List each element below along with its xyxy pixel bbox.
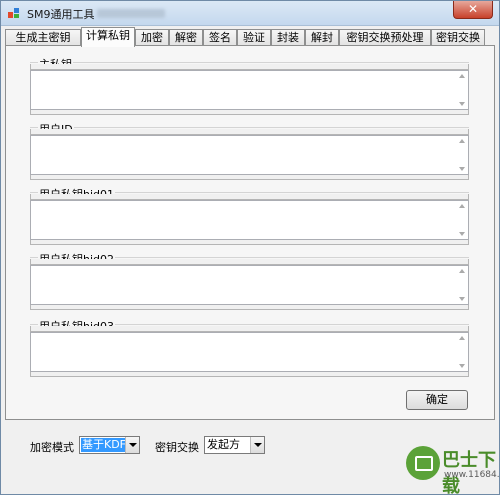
watermark: 巴士下载 www.11684.com xyxy=(406,444,500,497)
group-bottom xyxy=(30,110,469,115)
master-private-key-textarea[interactable] xyxy=(30,70,469,110)
watermark-logo-icon xyxy=(406,446,440,480)
tab-decrypt[interactable]: 解密 xyxy=(169,29,203,46)
scroll-down-icon[interactable] xyxy=(459,364,465,368)
tab-decapsulate[interactable]: 解封 xyxy=(305,29,339,46)
chevron-down-icon[interactable] xyxy=(250,437,264,453)
key-exchange-select[interactable]: 发起方 xyxy=(204,436,265,454)
scroll-up-icon[interactable] xyxy=(459,204,465,208)
title-bar: SM9通用工具 ✕ xyxy=(1,1,499,26)
scroll-down-icon[interactable] xyxy=(459,297,465,301)
group-bottom xyxy=(30,305,469,310)
tab-verify[interactable]: 验证 xyxy=(237,29,271,46)
tab-key-exchange-preprocess[interactable]: 密钥交换预处理 xyxy=(339,29,431,46)
vertical-scrollbar[interactable] xyxy=(456,71,468,109)
group-bottom xyxy=(30,372,469,377)
scroll-up-icon[interactable] xyxy=(459,139,465,143)
tab-bar: 生成主密钥 计算私钥 加密 解密 签名 验证 封装 解封 密钥交换预处理 密钥交… xyxy=(5,27,497,47)
tab-compute-private-key[interactable]: 计算私钥 xyxy=(81,27,135,47)
key-exchange-value: 发起方 xyxy=(207,438,240,451)
group-divider xyxy=(30,127,469,128)
scroll-down-icon[interactable] xyxy=(459,102,465,106)
user-private-key-hid01-textarea[interactable] xyxy=(30,200,469,240)
user-private-key-hid03-textarea[interactable] xyxy=(30,332,469,372)
vertical-scrollbar[interactable] xyxy=(456,333,468,371)
window-title: SM9通用工具 xyxy=(27,8,95,21)
vertical-scrollbar[interactable] xyxy=(456,136,468,174)
vertical-scrollbar[interactable] xyxy=(456,201,468,239)
scroll-up-icon[interactable] xyxy=(459,74,465,78)
tab-key-exchange[interactable]: 密钥交换 xyxy=(431,29,485,46)
ok-button[interactable]: 确定 xyxy=(406,390,468,410)
scroll-up-icon[interactable] xyxy=(459,336,465,340)
encrypt-mode-value: 基于KDF xyxy=(81,438,128,452)
watermark-url: www.11684.com xyxy=(444,470,500,480)
vertical-scrollbar[interactable] xyxy=(456,266,468,304)
scroll-down-icon[interactable] xyxy=(459,167,465,171)
user-id-textarea[interactable] xyxy=(30,135,469,175)
group-bottom xyxy=(30,175,469,180)
tab-encapsulate[interactable]: 封装 xyxy=(271,29,305,46)
tab-sign[interactable]: 签名 xyxy=(203,29,237,46)
app-icon xyxy=(8,8,19,18)
close-button[interactable]: ✕ xyxy=(453,1,493,19)
chevron-down-icon[interactable] xyxy=(125,437,139,453)
tab-encrypt[interactable]: 加密 xyxy=(135,29,169,46)
encrypt-mode-select[interactable]: 基于KDF xyxy=(79,436,140,454)
user-private-key-hid02-textarea[interactable] xyxy=(30,265,469,305)
blurred-title-area xyxy=(97,9,165,18)
scroll-up-icon[interactable] xyxy=(459,269,465,273)
encrypt-mode-label: 加密模式 xyxy=(30,441,74,454)
app-window: SM9通用工具 ✕ 生成主密钥 计算私钥 加密 解密 签名 验证 封装 解封 密… xyxy=(0,0,500,497)
group-bottom xyxy=(30,240,469,245)
key-exchange-label: 密钥交换 xyxy=(155,441,199,454)
tab-generate-master-key[interactable]: 生成主密钥 xyxy=(5,29,81,46)
group-divider xyxy=(30,62,469,63)
scroll-down-icon[interactable] xyxy=(459,232,465,236)
